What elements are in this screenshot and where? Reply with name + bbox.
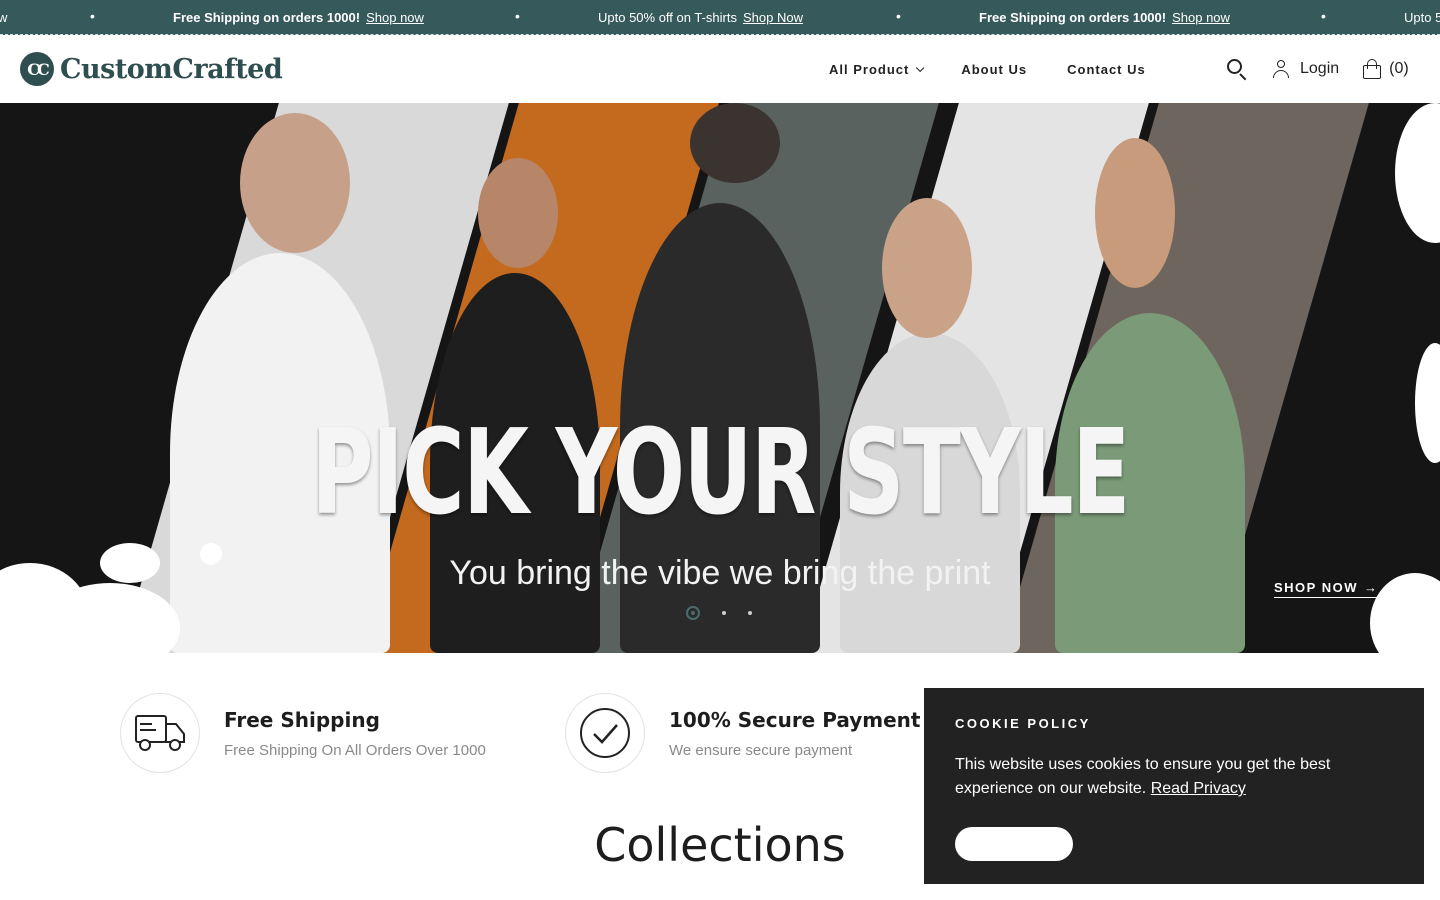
- announcement-fragment: w: [0, 10, 7, 25]
- announcement-item: Upto 50% off on T-shirts Shop Now: [598, 10, 803, 25]
- shop-now-button[interactable]: SHOP NOW →: [1274, 580, 1379, 598]
- announcement-bar: w • Free Shipping on orders 1000!Shop no…: [0, 0, 1440, 35]
- cookie-accept-button[interactable]: [955, 827, 1073, 861]
- hero-banner: PICK YOUR STYLE You bring the vibe we br…: [0, 103, 1440, 653]
- logo[interactable]: CC CustomCrafted: [20, 52, 283, 86]
- truck-icon: [135, 715, 185, 751]
- feature-secure-payment: 100% Secure Payment We ensure secure pay…: [565, 693, 920, 773]
- separator-dot: •: [90, 8, 95, 24]
- hero-subtitle: You bring the vibe we bring the print: [449, 554, 991, 592]
- chevron-down-icon: [916, 63, 925, 72]
- user-icon: [1272, 59, 1290, 79]
- check-circle-icon: [580, 708, 630, 758]
- cookie-text: This website uses cookies to ensure you …: [955, 756, 1331, 797]
- slider-dots: [686, 606, 763, 620]
- separator-dot: •: [515, 8, 520, 24]
- separator-dot: •: [896, 8, 901, 24]
- feature-title: Free Shipping: [224, 707, 380, 732]
- login-label: Login: [1300, 60, 1340, 77]
- search-icon[interactable]: [1226, 58, 1248, 81]
- logo-mark: CC: [20, 52, 54, 86]
- nav-all-product[interactable]: All Product: [829, 62, 925, 77]
- arrow-right-icon: →: [1364, 580, 1379, 595]
- announcement-item: Free Shipping on orders 1000! Shop now: [979, 10, 1230, 25]
- header-actions: Login (0): [1226, 58, 1409, 81]
- slide-dot-2[interactable]: [722, 611, 726, 615]
- feature-desc: We ensure secure payment: [669, 741, 853, 759]
- cart-button[interactable]: (0): [1363, 59, 1409, 79]
- cart-count: (0): [1389, 60, 1409, 77]
- login-button[interactable]: Login: [1272, 59, 1339, 79]
- bag-icon: [1363, 59, 1382, 79]
- feature-icon-circle: [120, 693, 200, 773]
- announcement-item: Upto 5: [1404, 10, 1440, 25]
- cookie-popup: COOKIE POLICY This website uses cookies …: [924, 688, 1424, 884]
- hero-title: PICK YOUR STYLE: [311, 403, 1130, 541]
- announcement-shop-link[interactable]: Shop now: [366, 10, 424, 25]
- site-header: CC CustomCrafted All Product About Us Co…: [0, 36, 1440, 103]
- slide-dot-3[interactable]: [748, 611, 752, 615]
- slide-dot-1[interactable]: [686, 606, 700, 620]
- nav-contact-us[interactable]: Contact Us: [1067, 62, 1146, 77]
- read-privacy-link[interactable]: Read Privacy: [1151, 780, 1246, 797]
- main-nav: All Product About Us Contact Us: [829, 62, 1186, 77]
- announcement-shop-link[interactable]: Shop now: [1172, 10, 1230, 25]
- logo-text: CustomCrafted: [60, 53, 283, 85]
- feature-free-shipping: Free Shipping Free Shipping On All Order…: [120, 693, 486, 773]
- nav-about-us[interactable]: About Us: [961, 62, 1027, 77]
- feature-desc: Free Shipping On All Orders Over 1000: [224, 741, 486, 759]
- cookie-title: COOKIE POLICY: [955, 716, 1091, 731]
- announcement-item: Free Shipping on orders 1000! Shop now: [173, 10, 424, 25]
- feature-title: 100% Secure Payment: [669, 707, 921, 732]
- announcement-shop-link[interactable]: Shop Now: [743, 10, 803, 25]
- separator-dot: •: [1321, 8, 1326, 24]
- feature-icon-circle: [565, 693, 645, 773]
